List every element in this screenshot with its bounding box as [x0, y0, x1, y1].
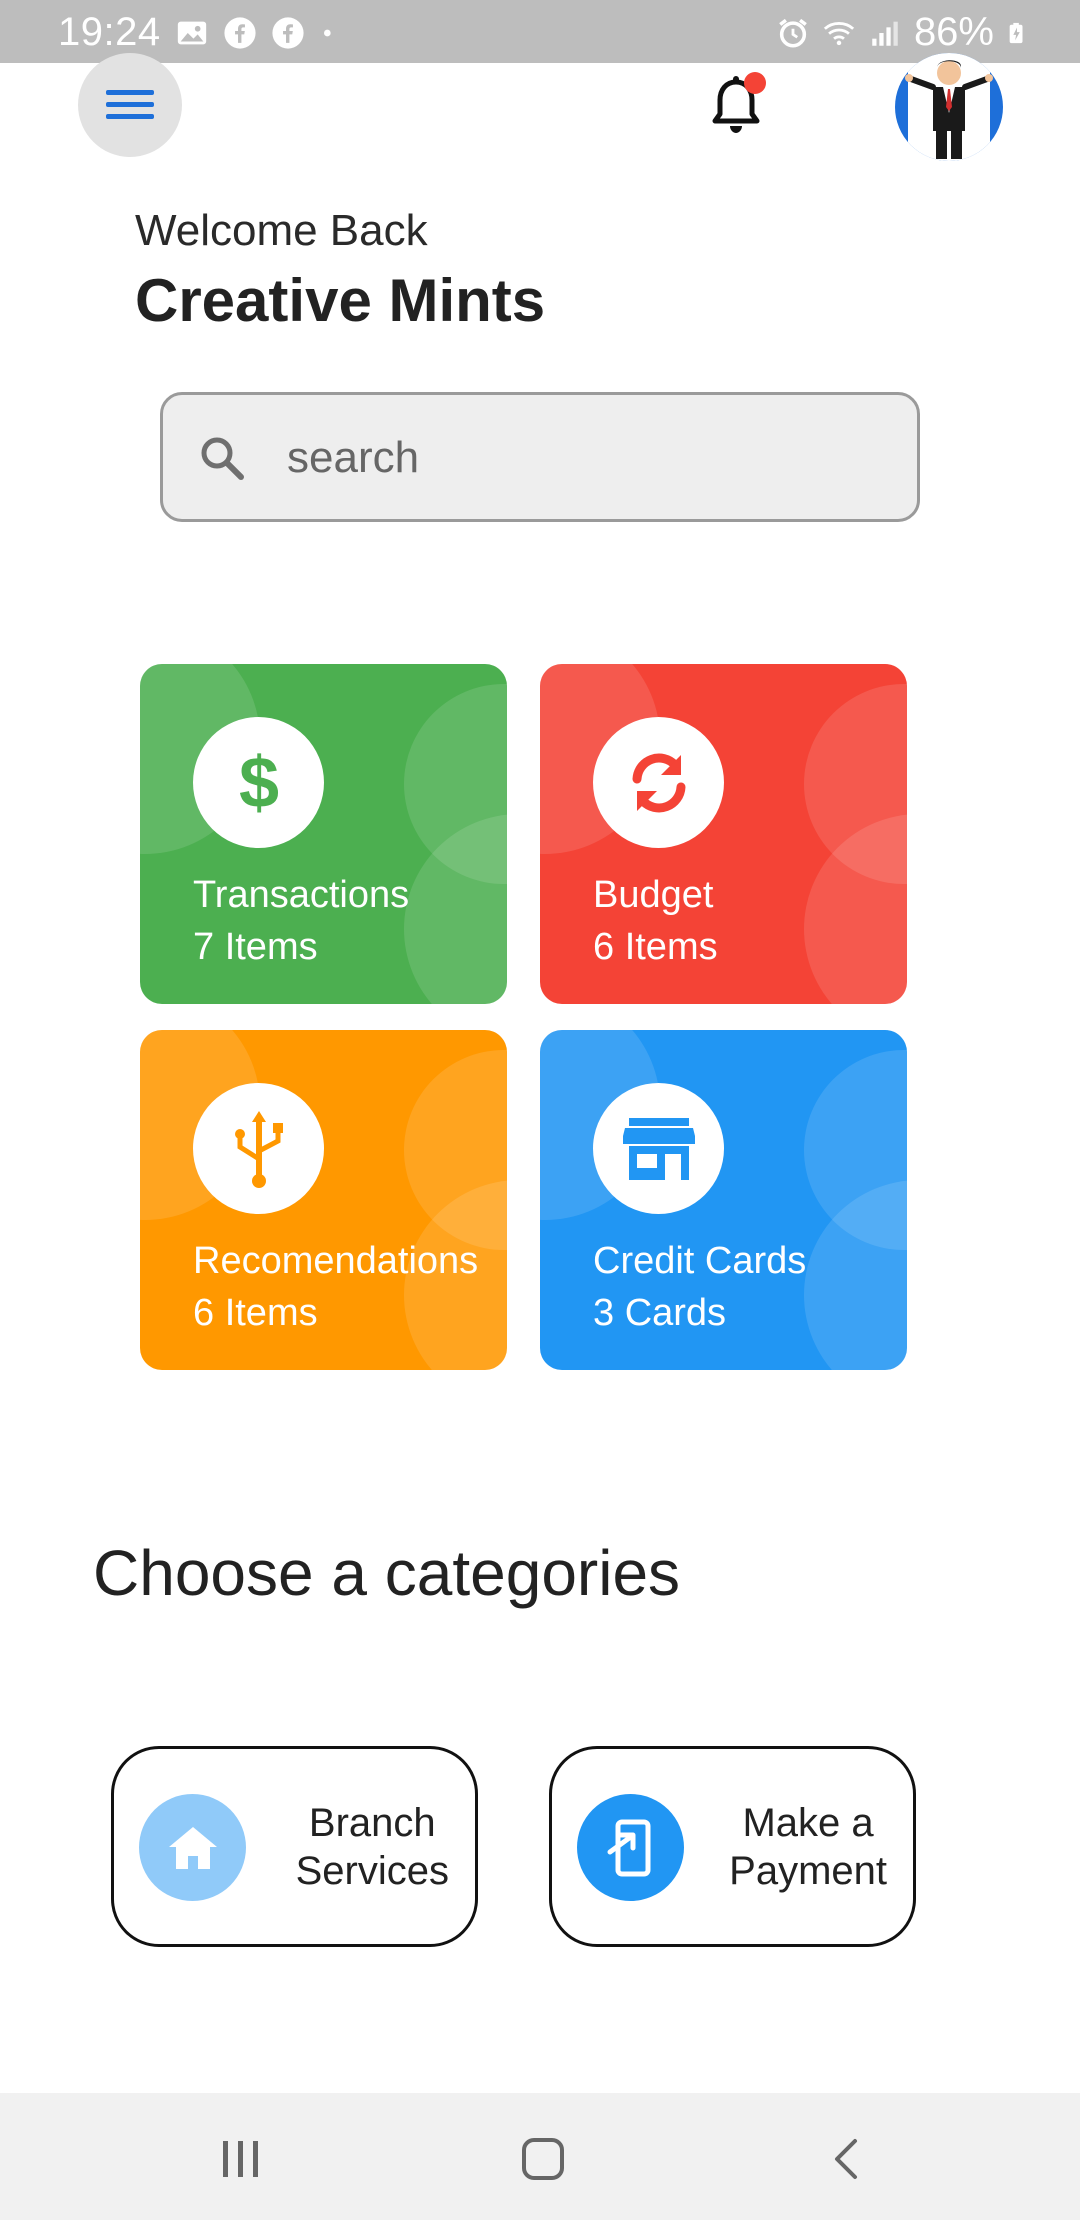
card-transactions[interactable]: $ Transactions 7 Items: [140, 664, 507, 1004]
card-credit-cards[interactable]: Credit Cards 3 Cards: [540, 1030, 907, 1370]
dot-icon: [323, 29, 331, 36]
recents-icon: [223, 2141, 258, 2177]
category-label-line1: Make a: [742, 1801, 874, 1845]
refresh-icon: [632, 753, 685, 812]
decorative-bubble: [804, 1180, 907, 1370]
category-branch-services[interactable]: Branch Services: [111, 1746, 478, 1947]
facebook-icon: [224, 16, 256, 49]
category-label: Make a Payment: [729, 1799, 887, 1895]
card-title: Credit Cards: [593, 1240, 807, 1282]
card-title: Transactions: [193, 874, 410, 916]
category-label-line2: Services: [295, 1849, 449, 1893]
category-label-line2: Payment: [729, 1849, 887, 1893]
card-subtitle: 6 Items: [593, 926, 718, 968]
system-navigation-bar: [0, 2093, 1080, 2220]
search-input[interactable]: [287, 425, 887, 491]
svg-text:$: $: [238, 747, 278, 819]
user-name: Creative Mints: [135, 267, 546, 334]
status-bar-left: 19:24: [58, 10, 339, 55]
category-label-line1: Branch: [308, 1801, 436, 1845]
category-make-payment[interactable]: Make a Payment: [549, 1746, 916, 1947]
card-subtitle: 7 Items: [193, 926, 318, 968]
search-icon: [201, 437, 244, 480]
card-recomendations[interactable]: Recomendations 6 Items: [140, 1030, 507, 1370]
usb-icon: [234, 1110, 283, 1188]
category-label: Branch Services: [296, 1799, 449, 1895]
back-button[interactable]: [816, 2129, 876, 2189]
card-icon-circle: [593, 717, 724, 848]
store-icon: [622, 1117, 695, 1180]
payment-icon: [607, 1819, 650, 1876]
card-budget[interactable]: Budget 6 Items: [540, 664, 907, 1004]
card-title: Budget: [593, 874, 714, 916]
status-time: 19:24: [58, 10, 161, 54]
home-button[interactable]: [513, 2129, 573, 2189]
home-icon: [168, 1826, 217, 1869]
home-nav-icon: [522, 2138, 564, 2180]
card-subtitle: 6 Items: [193, 1292, 318, 1334]
businessman-avatar-icon: [905, 60, 993, 159]
decorative-bubble: [804, 814, 907, 1004]
back-icon: [835, 2139, 857, 2179]
avatar[interactable]: [895, 53, 1003, 161]
battery-charging-icon: [1009, 22, 1023, 43]
category-icon-circle: [577, 1794, 684, 1901]
card-icon-circle: $: [193, 717, 324, 848]
wifi-icon: [823, 21, 855, 45]
card-subtitle: 3 Cards: [593, 1292, 727, 1334]
card-title: Recomendations: [193, 1240, 479, 1282]
category-icon-circle: [139, 1794, 246, 1901]
card-icon-circle: [593, 1083, 724, 1214]
categories-heading: Choose a categories: [93, 1537, 681, 1609]
battery-percentage: 86%: [913, 10, 994, 54]
alarm-icon: [779, 18, 807, 48]
menu-button[interactable]: [78, 53, 182, 157]
status-bar-right: 86%: [776, 10, 1028, 55]
hamburger-menu-icon: [106, 90, 154, 119]
facebook-icon: [272, 16, 304, 49]
decorative-bubble: [404, 814, 507, 1004]
recents-button[interactable]: [211, 2129, 271, 2189]
gallery-icon: [177, 21, 206, 44]
notification-badge: [744, 72, 766, 94]
signal-icon: [872, 21, 898, 46]
dollar-icon: $: [238, 747, 278, 819]
card-icon-circle: [193, 1083, 324, 1214]
welcome-text: Welcome Back: [135, 206, 428, 255]
search-bar[interactable]: [160, 392, 920, 522]
